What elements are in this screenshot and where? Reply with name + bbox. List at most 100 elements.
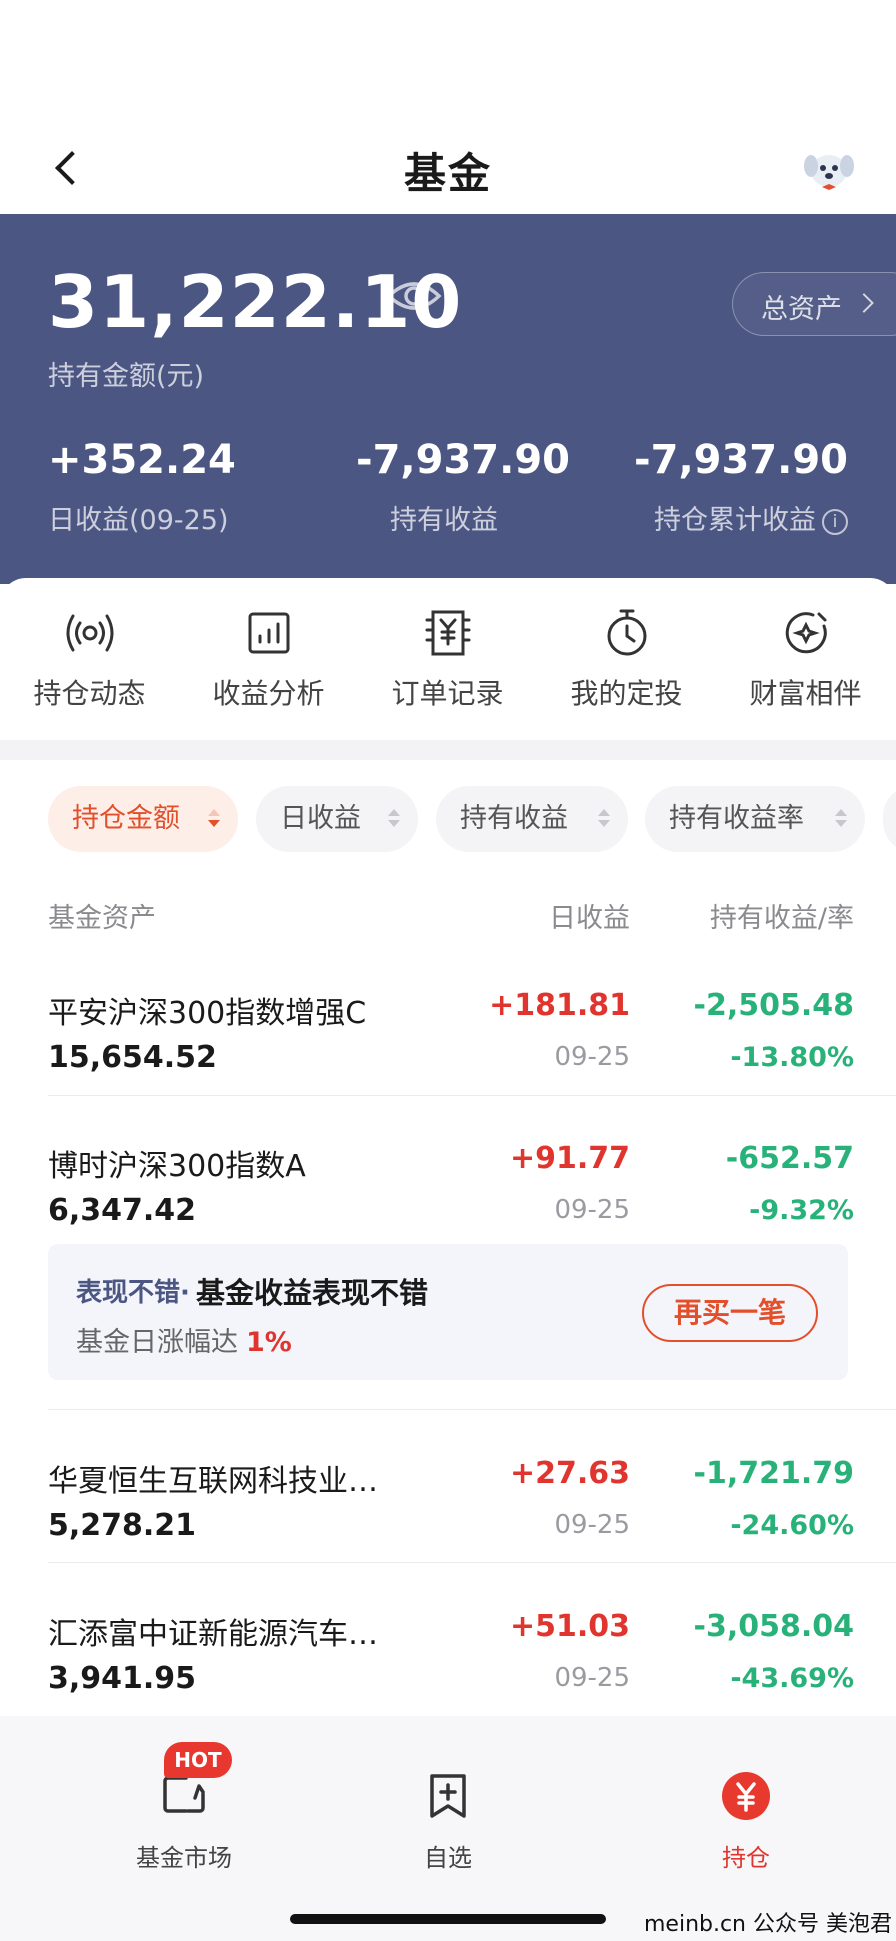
chip-label: 日收益 [280,803,361,834]
fund-date: 09-25 [554,1510,630,1540]
fund-holding-income: -1,721.79 [693,1456,855,1491]
sort-arrows-icon [388,809,400,831]
buy-again-button[interactable]: 再买一笔 [642,1284,818,1342]
cumulative-income-label: 持仓累计收益 [654,505,816,536]
row-divider [48,1562,896,1563]
page-title: 基金 [403,149,492,198]
column-header-asset: 基金资产 [48,903,156,934]
action-order-records[interactable]: 订单记录 [358,606,537,726]
sort-chips: 持仓金额 日收益 持有收益 持有收益率 [0,786,896,854]
action-label: 我的定投 [570,677,683,710]
fund-holding-rate: -24.60% [730,1510,854,1541]
sort-chip-daily-income[interactable]: 日收益 [256,786,418,852]
fund-amount: 6,347.42 [48,1193,197,1228]
top-nav: 基金 [0,0,896,214]
row-divider [48,1409,896,1410]
chip-label: 持仓金额 [72,803,180,834]
sort-arrows-icon [598,809,610,831]
fund-name: 博时沪深300指数A [48,1149,306,1184]
total-assets-label: 总资产 [761,294,842,325]
hot-badge: HOT [164,1742,232,1778]
fund-row[interactable]: 博时沪深300指数A 6,347.42 +91.77 09-25 -652.57… [0,1113,896,1265]
bookmark-plus-icon [430,1774,466,1818]
info-icon[interactable]: i [822,509,848,535]
tab-label: 自选 [424,1844,472,1872]
tab-watchlist[interactable]: 自选 [348,1768,548,1873]
fund-date: 09-25 [554,1195,630,1225]
fund-date: 09-25 [554,1663,630,1693]
fund-holding-rate: -43.69% [730,1663,854,1694]
sort-arrows-icon [208,809,220,831]
action-label: 订单记录 [391,677,504,710]
fund-daily-income: +181.81 [489,988,630,1023]
promo-subtitle: 基金日涨幅达 [76,1327,238,1358]
mascot-avatar-icon[interactable] [800,144,858,194]
total-holding-label: 持有金额(元) [48,361,205,392]
action-wealth-companion[interactable]: 财富相伴 [716,606,895,726]
action-label: 收益分析 [212,677,325,710]
section-divider [0,740,896,760]
chip-label: 持有收益 [460,803,568,834]
fund-daily-income: +51.03 [509,1609,630,1644]
daily-income-value: +352.24 [48,437,236,483]
row-divider [48,1095,896,1096]
fund-holding-rate: -13.80% [730,1042,854,1073]
eye-icon[interactable] [386,276,442,316]
fund-date: 09-25 [554,1042,630,1072]
tab-fund-market[interactable]: 基金市场 [84,1768,284,1873]
action-my-auto-invest[interactable]: 我的定投 [537,606,716,726]
fund-amount: 3,941.95 [48,1661,197,1696]
daily-income-label: 日收益(09-25) [48,505,229,536]
timer-icon [607,609,646,656]
promo-title: 基金收益表现不错 [196,1276,429,1310]
fund-holding-income: -2,505.48 [693,988,855,1023]
promo-highlight: 1% [246,1327,292,1358]
chevron-right-icon [854,293,874,313]
holdings-summary: 31,222.10 持有金额(元) 总资产 +352.24 日收益(09-25)… [0,214,896,584]
total-assets-button[interactable]: 总资产 [732,272,896,336]
cumulative-income-value: -7,937.90 [634,437,848,483]
tab-holdings[interactable]: 持仓 [646,1768,846,1873]
broadcast-icon [66,614,113,652]
watermark-text: meinb.cn 公众号 美泡君 [643,1912,892,1937]
tab-label: 基金市场 [136,1844,232,1872]
performance-promo-card: 表现不错· 基金收益表现不错 基金日涨幅达 1% 再买一笔 [48,1244,848,1380]
quick-actions: 持仓动态 收益分析 订单记录 我的定投 财富相伴 [0,578,896,740]
fund-name: 平安沪深300指数增强C [48,996,367,1031]
fund-name: 汇添富中证新能源汽车… [48,1617,378,1652]
sort-chip-more[interactable] [883,786,896,852]
fund-row[interactable]: 汇添富中证新能源汽车… 3,941.95 +51.03 09-25 -3,058… [0,1581,896,1733]
sort-arrows-icon [835,809,847,831]
tab-label: 持仓 [722,1844,770,1872]
fund-amount: 15,654.52 [48,1040,217,1075]
fund-daily-income: +91.77 [509,1141,630,1176]
sort-chip-holding-rate[interactable]: 持有收益率 [645,786,865,852]
yuan-receipt-icon [425,610,470,656]
action-income-analysis[interactable]: 收益分析 [179,606,358,726]
fund-holding-income: -652.57 [725,1141,854,1176]
column-header-daily: 日收益 [549,903,630,934]
chip-label: 持有收益率 [669,803,804,834]
holding-income-value: -7,937.90 [356,437,570,483]
fund-holding-income: -3,058.04 [693,1609,855,1644]
fund-row[interactable]: 华夏恒生互联网科技业… 5,278.21 +27.63 09-25 -1,721… [0,1428,896,1580]
fund-daily-income: +27.63 [509,1456,630,1491]
fund-holding-rate: -9.32% [749,1195,854,1226]
promo-subtitle-row: 基金日涨幅达 1% [76,1320,292,1359]
home-indicator [290,1914,606,1924]
compass-icon [785,612,827,654]
column-header-holding: 持有收益/率 [709,903,854,934]
action-label: 财富相伴 [749,677,862,710]
yuan-circle-icon [722,1772,770,1820]
action-position-updates[interactable]: 持仓动态 [0,606,179,726]
promo-tag: 表现不错· [76,1278,190,1308]
bar-chart-icon [248,612,289,654]
fund-row[interactable]: 平安沪深300指数增强C 15,654.52 +181.81 09-25 -2,… [0,960,896,1112]
cumulative-income-row[interactable]: 持仓累计收益 i [654,498,848,537]
holding-income-label: 持有收益 [390,505,498,536]
action-label: 持仓动态 [33,677,146,710]
fund-amount: 5,278.21 [48,1508,197,1543]
sort-chip-holding-amount[interactable]: 持仓金额 [48,786,238,852]
fund-name: 华夏恒生互联网科技业… [48,1464,378,1499]
sort-chip-holding-income[interactable]: 持有收益 [436,786,628,852]
